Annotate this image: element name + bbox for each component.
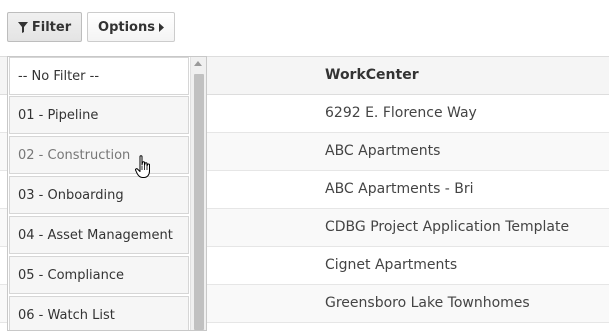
funnel-icon — [17, 21, 28, 33]
filter-option-construction[interactable]: 02 - Construction — [9, 136, 189, 174]
options-button[interactable]: Options — [87, 12, 175, 42]
table-cell: ABC Apartments - Bri — [325, 181, 474, 197]
scroll-thumb[interactable] — [194, 74, 204, 330]
dropdown-scrollbar[interactable] — [190, 57, 206, 330]
filter-option-label: 06 - Watch List — [18, 307, 115, 323]
caret-right-icon — [158, 22, 164, 32]
options-button-label: Options — [98, 19, 155, 35]
scroll-up-arrow-icon[interactable] — [194, 61, 202, 66]
table-cell: CDBG Project Application Template — [325, 219, 570, 235]
filter-option-watch-list[interactable]: 06 - Watch List — [9, 296, 189, 330]
filter-option-label: 03 - Onboarding — [18, 187, 124, 203]
filter-option-onboarding[interactable]: 03 - Onboarding — [9, 176, 189, 214]
column-header-workcenter[interactable]: WorkCenter — [325, 67, 419, 83]
filter-dropdown: -- No Filter -- 01 - Pipeline 02 - Const… — [7, 56, 207, 331]
filter-button-label: Filter — [31, 19, 72, 35]
toolbar: Filter Options — [0, 0, 609, 56]
table-cell: Cignet Apartments — [325, 257, 458, 273]
filter-option-no-filter[interactable]: -- No Filter -- — [9, 57, 189, 95]
filter-option-label: 02 - Construction — [18, 147, 131, 163]
table-cell: Greensboro Lake Townhomes — [325, 295, 530, 311]
table-cell: ABC Apartments — [325, 143, 441, 159]
filter-option-pipeline[interactable]: 01 - Pipeline — [9, 96, 189, 134]
hand-pointer-icon — [135, 155, 150, 178]
filter-option-label: 04 - Asset Management — [18, 227, 173, 243]
filter-button[interactable]: Filter — [7, 12, 82, 42]
filter-option-label: 01 - Pipeline — [18, 107, 99, 123]
filter-option-compliance[interactable]: 05 - Compliance — [9, 256, 189, 294]
table-cell: 6292 E. Florence Way — [325, 105, 477, 121]
filter-option-label: -- No Filter -- — [18, 68, 100, 84]
filter-option-label: 05 - Compliance — [18, 267, 125, 283]
filter-option-asset-management[interactable]: 04 - Asset Management — [9, 216, 189, 254]
